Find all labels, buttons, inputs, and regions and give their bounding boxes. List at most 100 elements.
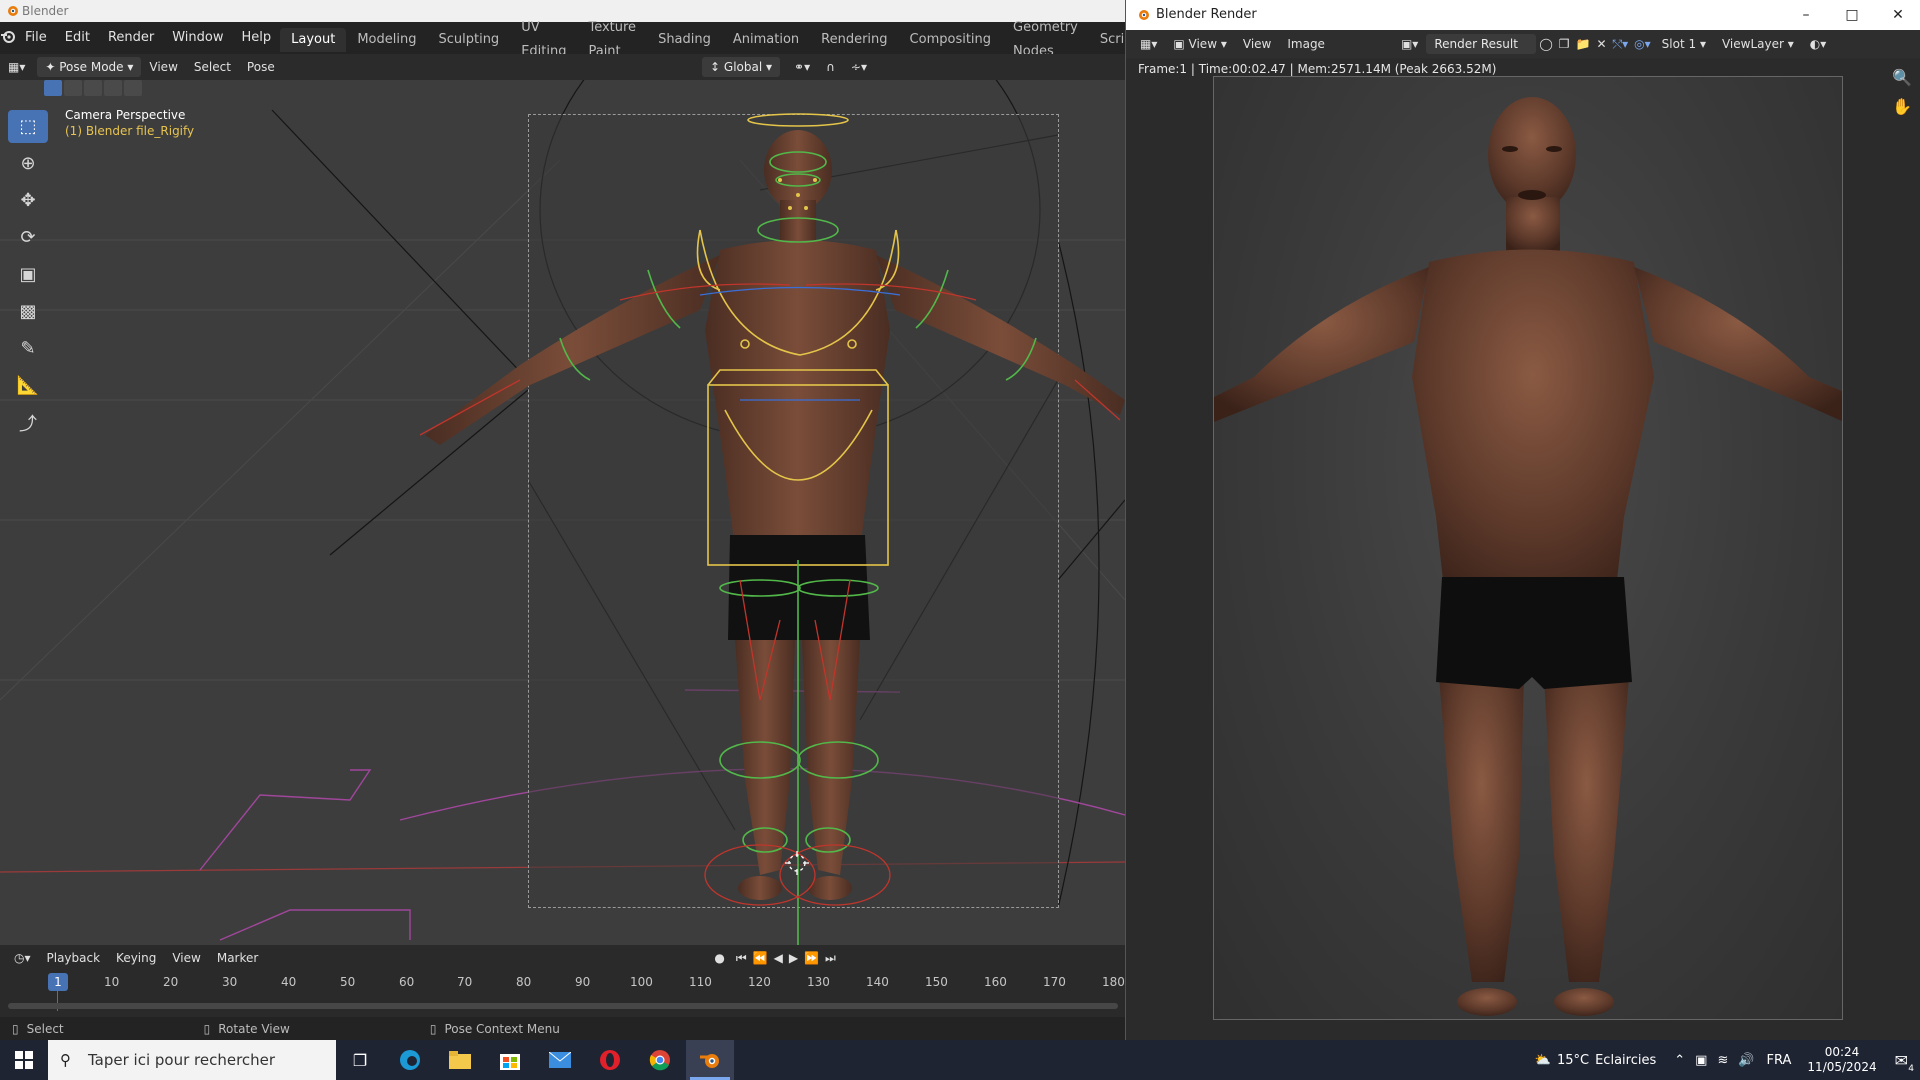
language-indicator[interactable]: FRA xyxy=(1767,1053,1792,1068)
header-menu-pose[interactable]: Pose xyxy=(239,56,283,78)
tab-sculpting[interactable]: Sculpting xyxy=(427,28,510,52)
header-menu-view[interactable]: View xyxy=(141,56,185,78)
timeline-menu-view[interactable]: View xyxy=(164,947,208,969)
wifi-icon[interactable]: ≋ xyxy=(1717,1053,1728,1068)
cursor-tool-icon[interactable]: ⊕ xyxy=(8,147,48,180)
edge-browser-icon[interactable] xyxy=(386,1040,434,1080)
tab-compositing[interactable]: Compositing xyxy=(899,28,1003,52)
microsoft-store-icon[interactable] xyxy=(486,1040,534,1080)
image-name-field[interactable]: Render Result xyxy=(1426,34,1537,54)
tray-overflow-chevron-icon[interactable]: ⌃ xyxy=(1674,1053,1685,1068)
new-image-icon[interactable]: ❐ xyxy=(1556,33,1573,55)
windows-start-icon[interactable] xyxy=(0,1040,48,1080)
render-slot-selector[interactable]: Slot 1 ▾ xyxy=(1654,33,1714,55)
weather-text[interactable]: Eclaircies xyxy=(1595,1053,1656,1068)
zoom-icon[interactable]: 🔍 xyxy=(1892,68,1912,87)
jump-keyframe-back-icon[interactable]: ⏪ xyxy=(750,947,771,969)
play-reverse-icon[interactable]: ◀ xyxy=(771,947,786,969)
frame-label: 30 xyxy=(222,975,238,989)
transform-orientation-selector[interactable]: ↕ Global ▾ xyxy=(702,57,781,77)
tab-layout[interactable]: Layout xyxy=(280,28,347,52)
set-selection-icon[interactable] xyxy=(44,80,62,96)
snap-icon[interactable]: ∩ xyxy=(818,56,843,78)
close-icon[interactable]: ✕ xyxy=(1875,0,1920,30)
maximize-icon[interactable]: □ xyxy=(1829,0,1875,30)
pan-hand-icon[interactable]: ✋ xyxy=(1892,97,1912,116)
render-menu-view[interactable]: View xyxy=(1235,33,1279,55)
play-icon[interactable]: ▶ xyxy=(786,947,801,969)
annotate-tool-icon[interactable]: ✎ xyxy=(8,332,48,365)
gizmo-toggle-icon[interactable]: ⤲▾ xyxy=(1610,33,1632,55)
editor-type-icon[interactable]: ▦▾ xyxy=(0,56,33,78)
blender-taskbar-icon[interactable] xyxy=(686,1040,734,1080)
timeline-menu-keying[interactable]: Keying xyxy=(108,947,164,969)
tab-shading[interactable]: Shading xyxy=(647,28,722,52)
volume-icon[interactable]: 🔊 xyxy=(1738,1053,1754,1068)
scale-tool-icon[interactable]: ▣ xyxy=(8,258,48,291)
jump-end-icon[interactable]: ⏭ xyxy=(822,947,839,969)
render-stats: Frame:1 | Time:00:02.47 | Mem:2571.14M (… xyxy=(1138,62,1497,76)
browse-image-icon[interactable]: ▣▾ xyxy=(1393,33,1426,55)
timeline-menu-marker[interactable]: Marker xyxy=(209,947,266,969)
jump-start-icon[interactable]: ⏮ xyxy=(733,947,750,969)
view-layer-selector[interactable]: ViewLayer ▾ xyxy=(1714,33,1802,55)
timeline-menu-playback[interactable]: Playback xyxy=(39,947,109,969)
tab-animation[interactable]: Animation xyxy=(722,28,810,52)
clock[interactable]: 00:24 11/05/2024 xyxy=(1807,1045,1876,1075)
minimize-icon[interactable]: – xyxy=(1783,0,1829,30)
display-channels-icon[interactable]: ◐▾ xyxy=(1802,33,1835,55)
overlay-toggle-icon[interactable]: ◎▾ xyxy=(1631,33,1654,55)
bone-tool-icon[interactable]: ⤴ xyxy=(8,406,48,439)
record-keyframe-icon[interactable]: ● xyxy=(706,947,732,969)
status-bar: ▯ Select ▯ Rotate View ▯ Pose Context Me… xyxy=(0,1017,1125,1040)
weather-icon[interactable]: ⛅ xyxy=(1535,1053,1551,1068)
extend-selection-icon[interactable] xyxy=(64,80,82,96)
taskbar-search-box[interactable]: ⚲ Taper ici pour rechercher xyxy=(48,1040,336,1080)
image-editor-type-icon[interactable]: ▦▾ xyxy=(1132,33,1165,55)
select-box-tool-icon[interactable]: ⬚ xyxy=(8,110,48,143)
render-menu-image[interactable]: Image xyxy=(1279,33,1333,55)
current-frame-indicator[interactable]: 1 xyxy=(48,973,68,991)
rotate-tool-icon[interactable]: ⟳ xyxy=(8,221,48,254)
tab-rendering[interactable]: Rendering xyxy=(810,28,898,52)
task-view-icon[interactable]: ❐ xyxy=(336,1040,384,1080)
mode-selector[interactable]: ✦ Pose Mode ▾ xyxy=(37,57,142,77)
unlink-image-icon[interactable]: ✕ xyxy=(1593,33,1609,55)
measure-tool-icon[interactable]: 📐 xyxy=(8,369,48,402)
menu-help[interactable]: Help xyxy=(233,22,281,54)
slot-label: Slot 1 xyxy=(1661,37,1697,51)
jump-keyframe-forward-icon[interactable]: ⏩ xyxy=(801,947,822,969)
opera-browser-icon[interactable] xyxy=(586,1040,634,1080)
clock-time: 00:24 xyxy=(1824,1045,1860,1059)
3d-viewport[interactable]: ⬚ ⊕ ✥ ⟳ ▣ ▩ ✎ 📐 ⤴ Camera Perspective (1)… xyxy=(0,80,1125,945)
weather-temp[interactable]: 15°C xyxy=(1557,1053,1589,1068)
intersect-selection-icon[interactable] xyxy=(124,80,142,96)
image-view-mode-selector[interactable]: ▣ View ▾ xyxy=(1165,33,1235,55)
rigged-character[interactable] xyxy=(0,80,1125,945)
mail-icon[interactable] xyxy=(536,1040,584,1080)
menu-edit[interactable]: Edit xyxy=(56,22,99,54)
menu-window[interactable]: Window xyxy=(163,22,232,54)
file-explorer-icon[interactable] xyxy=(436,1040,484,1080)
open-image-icon[interactable]: 📁 xyxy=(1573,33,1594,55)
blender-menu-icon[interactable] xyxy=(0,30,16,47)
invert-selection-icon[interactable] xyxy=(104,80,122,96)
timeline-scrollbar[interactable] xyxy=(8,1003,1118,1009)
chrome-browser-icon[interactable] xyxy=(636,1040,684,1080)
tab-modeling[interactable]: Modeling xyxy=(346,28,427,52)
pivot-point-icon[interactable]: ⚭▾ xyxy=(786,56,818,78)
transform-tool-icon[interactable]: ▩ xyxy=(8,295,48,328)
frame-label: 20 xyxy=(163,975,179,989)
notification-center-icon[interactable]: ✉ 4 xyxy=(1895,1051,1914,1074)
snap-settings-icon[interactable]: ∻▾ xyxy=(843,56,875,78)
timeline-editor-type-icon[interactable]: ◷▾ xyxy=(6,947,39,969)
menu-render[interactable]: Render xyxy=(99,22,163,54)
frame-ruler[interactable]: 10 20 30 40 50 60 70 80 90 100 110 120 1… xyxy=(0,975,1125,995)
subtract-selection-icon[interactable] xyxy=(84,80,102,96)
device-icon[interactable]: ▣ xyxy=(1695,1053,1707,1068)
menu-file[interactable]: File xyxy=(16,22,56,54)
header-menu-select[interactable]: Select xyxy=(186,56,239,78)
move-tool-icon[interactable]: ✥ xyxy=(8,184,48,217)
fake-user-icon[interactable]: ◯ xyxy=(1536,33,1555,55)
render-result-image[interactable] xyxy=(1213,76,1843,1020)
